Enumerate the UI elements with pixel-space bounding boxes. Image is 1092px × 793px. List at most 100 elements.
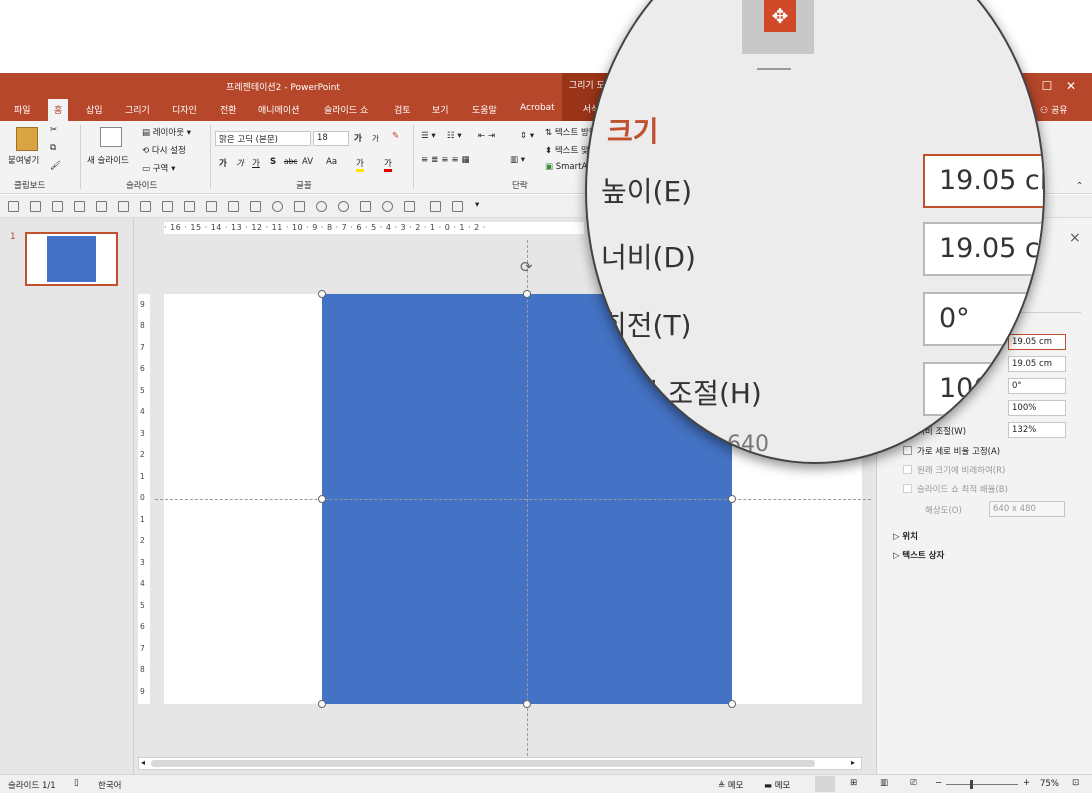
align-left-icon[interactable] [118, 201, 129, 212]
paste-button[interactable]: 붙여넣기 [8, 154, 39, 166]
slide-sorter-icon[interactable]: ⊞ [850, 778, 857, 788]
section-button[interactable]: ▭ 구역 ▾ [142, 162, 175, 174]
slide-thumbnail-1[interactable] [25, 232, 118, 286]
format-painter-icon[interactable]: 🖌 [50, 161, 61, 171]
zoom-in-button[interactable]: + [1023, 778, 1030, 788]
resize-handle-nw[interactable] [318, 290, 326, 298]
union-icon[interactable] [316, 201, 327, 212]
relative-original-checkbox[interactable] [903, 465, 912, 474]
scroll-thumb[interactable] [151, 760, 815, 767]
scale-width-spinner[interactable]: 132% [1008, 422, 1066, 438]
rotate-handle-icon[interactable]: ⟳ [520, 258, 533, 276]
indent-icon[interactable]: ⇤ ⇥ [478, 131, 495, 141]
magnified-scale-input[interactable]: 100% [923, 362, 1043, 416]
reset-button[interactable]: ⟲ 다시 설정 [142, 144, 186, 156]
tab-acrobat[interactable]: Acrobat [520, 103, 555, 113]
fit-slide-icon[interactable]: ⊡ [1072, 778, 1079, 788]
pane-close-icon[interactable]: × [1069, 230, 1081, 246]
zoom-level[interactable]: 75% [1040, 779, 1059, 789]
grow-font-button[interactable]: 가 [354, 132, 362, 144]
resize-handle-se[interactable] [728, 700, 736, 708]
best-scale-checkbox[interactable] [903, 484, 912, 493]
resize-handle-s[interactable] [523, 700, 531, 708]
shape-icon[interactable] [272, 201, 283, 212]
crop-icon[interactable] [360, 201, 371, 212]
bold-button[interactable]: 가 [219, 157, 227, 169]
size-position-tab[interactable]: ✥ [742, 0, 814, 54]
tab-slideshow[interactable]: 슬라이드 쇼 [324, 103, 368, 116]
intersect-icon[interactable] [338, 201, 349, 212]
align-top-icon[interactable] [184, 201, 195, 212]
new-slide-button[interactable]: 새 슬라이드 [87, 154, 129, 166]
ungroup-icon[interactable] [52, 201, 63, 212]
copy-icon[interactable]: ⧉ [50, 143, 56, 153]
columns-icon[interactable]: ▥ ▾ [510, 155, 525, 165]
picture-icon[interactable] [250, 201, 261, 212]
selection-pane-icon[interactable] [452, 201, 463, 212]
tab-file[interactable]: 파일 [14, 103, 31, 116]
strikethrough-button[interactable]: abc [284, 157, 297, 166]
rotate-icon[interactable] [404, 201, 415, 212]
tab-view[interactable]: 보기 [432, 103, 449, 116]
cut-icon[interactable]: ✂ [50, 125, 57, 135]
bring-forward-icon[interactable] [74, 201, 85, 212]
collapse-ribbon-icon[interactable]: ⌃ [1076, 181, 1083, 191]
merge-shapes-icon[interactable] [294, 201, 305, 212]
font-size-combo[interactable]: 18 [313, 131, 349, 146]
slideshow-view-icon[interactable]: ⎚ [910, 778, 917, 788]
picture-format-icon[interactable] [430, 201, 441, 212]
align-center-icon[interactable] [140, 201, 151, 212]
line-spacing-icon[interactable]: ⇕ ▾ [520, 131, 534, 141]
font-color-button[interactable]: 가 [384, 157, 392, 172]
underline-button[interactable]: 가 [252, 157, 260, 169]
tab-home[interactable]: 홈 [48, 99, 69, 121]
align-right-icon[interactable] [162, 201, 173, 212]
char-spacing-button[interactable]: AV [302, 157, 313, 167]
shrink-font-button[interactable]: 가 [372, 133, 379, 144]
tab-animations[interactable]: 애니메이션 [258, 103, 299, 116]
resize-handle-sw[interactable] [318, 700, 326, 708]
align-icons[interactable]: ≡≣≡≡▦ [421, 155, 473, 165]
tab-transitions[interactable]: 전환 [220, 103, 237, 116]
align-bottom-icon[interactable] [228, 201, 239, 212]
zoom-slider-thumb[interactable] [970, 780, 973, 789]
reading-view-icon[interactable]: ▥ [880, 778, 888, 788]
tab-review[interactable]: 검토 [394, 103, 411, 116]
position-section[interactable]: ▷ 위치 [893, 530, 918, 542]
close-button[interactable]: ✕ [1048, 73, 1092, 99]
resize-handle-w[interactable] [318, 495, 326, 503]
select-icon[interactable] [8, 201, 19, 212]
notes-button[interactable]: ≜ 메모 [718, 779, 743, 791]
lock-aspect-checkbox[interactable] [903, 446, 912, 455]
resize-handle-e[interactable] [728, 495, 736, 503]
resize-handle-n[interactable] [523, 290, 531, 298]
tab-draw[interactable]: 그리기 [125, 103, 150, 116]
language-indicator[interactable]: 한국어 [98, 779, 121, 791]
ellipse-icon[interactable] [382, 201, 393, 212]
scroll-right-icon[interactable]: ▸ [851, 758, 855, 767]
textbox-section[interactable]: ▷ 텍스트 상자 [893, 549, 944, 561]
shadow-button[interactable]: S [270, 157, 276, 167]
change-case-button[interactable]: Aa [326, 157, 337, 167]
scroll-left-icon[interactable]: ◂ [141, 758, 145, 767]
resolution-select[interactable]: 640 x 480 [989, 501, 1065, 517]
zoom-out-button[interactable]: − [935, 778, 942, 788]
tab-design[interactable]: 디자인 [172, 103, 197, 116]
italic-button[interactable]: 가 [236, 157, 244, 169]
normal-view-icon[interactable] [815, 776, 835, 792]
tab-insert[interactable]: 삽입 [86, 103, 103, 116]
group-icon[interactable] [30, 201, 41, 212]
bullets-icon[interactable]: ☰ ▾ [421, 131, 436, 141]
zoom-slider[interactable] [946, 784, 1018, 785]
spellcheck-icon[interactable]: ▯ [74, 778, 79, 788]
send-backward-icon[interactable] [96, 201, 107, 212]
magnified-width-input[interactable]: 19.05 cm [923, 222, 1043, 276]
font-name-combo[interactable]: 맑은 고딕 (본문) [215, 131, 311, 146]
customize-dropdown-icon[interactable]: ▾ [475, 200, 479, 210]
horizontal-scrollbar[interactable]: ◂ ▸ [138, 757, 862, 770]
magnified-height-input[interactable]: 19.05 cm [923, 154, 1043, 208]
clear-format-icon[interactable]: ✎ [392, 131, 399, 141]
magnified-rotation-input[interactable]: 0° [923, 292, 1043, 346]
highlight-button[interactable]: 가 [356, 157, 364, 172]
layout-button[interactable]: ▤ 레이아웃 ▾ [142, 126, 191, 138]
